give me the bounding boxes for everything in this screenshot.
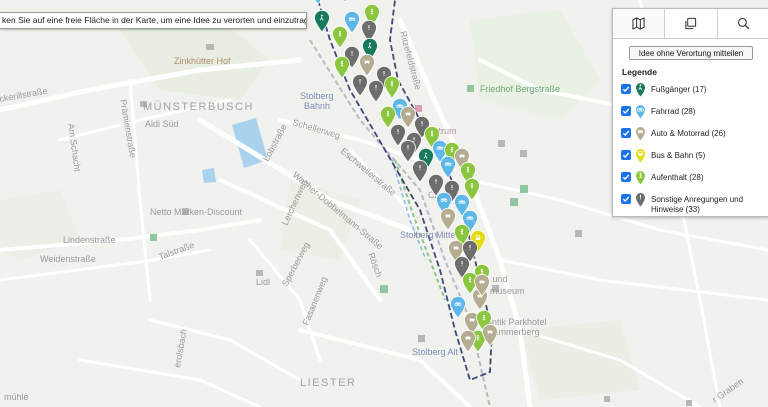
exclamation-icon	[383, 71, 385, 76]
person-icon	[390, 80, 394, 87]
legend-item[interactable]: Aufenthalt (28)	[621, 170, 768, 185]
checkmark-icon	[622, 130, 630, 137]
place-label: Stolberg	[300, 91, 334, 101]
person-icon	[460, 228, 464, 235]
exclamation-icon	[419, 165, 421, 170]
person-icon	[430, 130, 434, 137]
search-icon	[737, 17, 750, 30]
checkmark-icon	[622, 108, 630, 115]
person-icon	[482, 314, 486, 321]
legend-checkbox[interactable]	[621, 84, 631, 94]
district-label: MÜNSTERBUSCH	[143, 101, 254, 113]
exclamation-icon	[413, 137, 415, 142]
legend-item[interactable]: Bus & Bahn (5)	[621, 148, 768, 163]
checkmark-icon	[622, 174, 630, 181]
place-label: Aldi Süd	[145, 119, 179, 129]
street-label: Lindenstraße	[63, 235, 116, 245]
exclamation-icon	[407, 145, 409, 150]
exclamation-icon	[359, 79, 361, 84]
legend-checkbox[interactable]	[621, 106, 631, 116]
bus-icon	[475, 235, 481, 240]
exclamation-icon	[451, 185, 453, 190]
legend-label: Bus & Bahn (5)	[651, 151, 706, 160]
place-label: antik Parkhotel	[487, 317, 547, 327]
checkmark-icon	[622, 196, 630, 203]
panel-tabs	[613, 9, 768, 39]
map-icon	[632, 17, 645, 30]
legend-checkbox[interactable]	[621, 128, 631, 138]
exclamation-icon	[421, 121, 423, 126]
legend-item[interactable]: Fußgänger (17)	[621, 82, 768, 97]
district-label: LIESTER	[300, 377, 356, 389]
exclamation-icon	[397, 129, 399, 134]
exclamation-icon	[435, 179, 437, 184]
legend-label: Fußgänger (17)	[651, 85, 707, 94]
place-label: Lidl	[256, 277, 270, 287]
legend-checkbox[interactable]	[621, 150, 631, 160]
legend-label: Fahrrad (28)	[651, 107, 696, 116]
legend-label: Sonstige Anregungen und Hinweise (33)	[651, 195, 744, 214]
exclamation-icon	[351, 51, 353, 56]
checkmark-icon	[622, 152, 630, 159]
person-icon	[340, 60, 344, 67]
person-icon	[468, 276, 472, 283]
legend-label: Auto & Motorrad (26)	[651, 129, 726, 138]
street-label: mühle	[4, 392, 29, 402]
place-label: Stolberg Alt	[412, 347, 459, 357]
person-icon	[450, 146, 454, 153]
person-icon	[470, 182, 474, 189]
legend-list: Fußgänger (17) Fahrrad (28) Auto & Motorra…	[613, 82, 768, 215]
person-icon	[480, 268, 484, 275]
person-icon	[476, 334, 480, 341]
legend-item[interactable]: Sonstige Anregungen und Hinweise (33)	[621, 192, 768, 215]
idea-without-location-button[interactable]: Idee ohne Verortung mitteilen	[629, 46, 753, 60]
legend-checkbox[interactable]	[621, 172, 631, 182]
tab-map[interactable]	[613, 9, 666, 38]
place-label: Zinkhütter Hof	[174, 56, 231, 66]
person-icon	[466, 166, 470, 173]
legend-title: Legende	[622, 67, 657, 77]
person-icon	[338, 30, 342, 37]
side-panel: Idee ohne Verortung mitteilen Legende Fu…	[612, 8, 768, 217]
person-icon	[636, 171, 645, 185]
street-label: Weidenstraße	[40, 254, 96, 264]
legend-label: Aufenthalt (28)	[651, 173, 704, 182]
tab-list[interactable]	[665, 9, 718, 38]
checkmark-icon	[622, 86, 630, 93]
person-icon	[386, 110, 390, 117]
exclamation-icon	[375, 85, 377, 90]
map-hint-banner: ken Sie auf eine freie Fläche in der Kar…	[0, 12, 307, 29]
legend-item[interactable]: Auto & Motorrad (26)	[621, 126, 768, 141]
walking-icon	[636, 83, 645, 97]
bus-icon	[636, 149, 645, 163]
car-icon	[636, 127, 645, 141]
exclamation-icon	[636, 193, 645, 207]
person-icon	[370, 8, 374, 15]
legend-item[interactable]: Fahrrad (28)	[621, 104, 768, 119]
place-label: Friedhof Bergstraße	[480, 84, 560, 94]
exclamation-icon	[461, 261, 463, 266]
place-label: museum	[490, 286, 525, 296]
place-label: Stolberg Mitte	[400, 230, 456, 240]
legend-checkbox[interactable]	[621, 194, 631, 204]
bicycle-icon	[636, 105, 645, 119]
place-label: Netto Marken-Discount	[150, 207, 243, 217]
exclamation-icon	[469, 245, 471, 250]
place-label: Bahnh	[304, 101, 330, 111]
exclamation-icon	[368, 25, 370, 30]
copy-icon	[685, 17, 697, 30]
tab-search[interactable]	[718, 9, 768, 38]
